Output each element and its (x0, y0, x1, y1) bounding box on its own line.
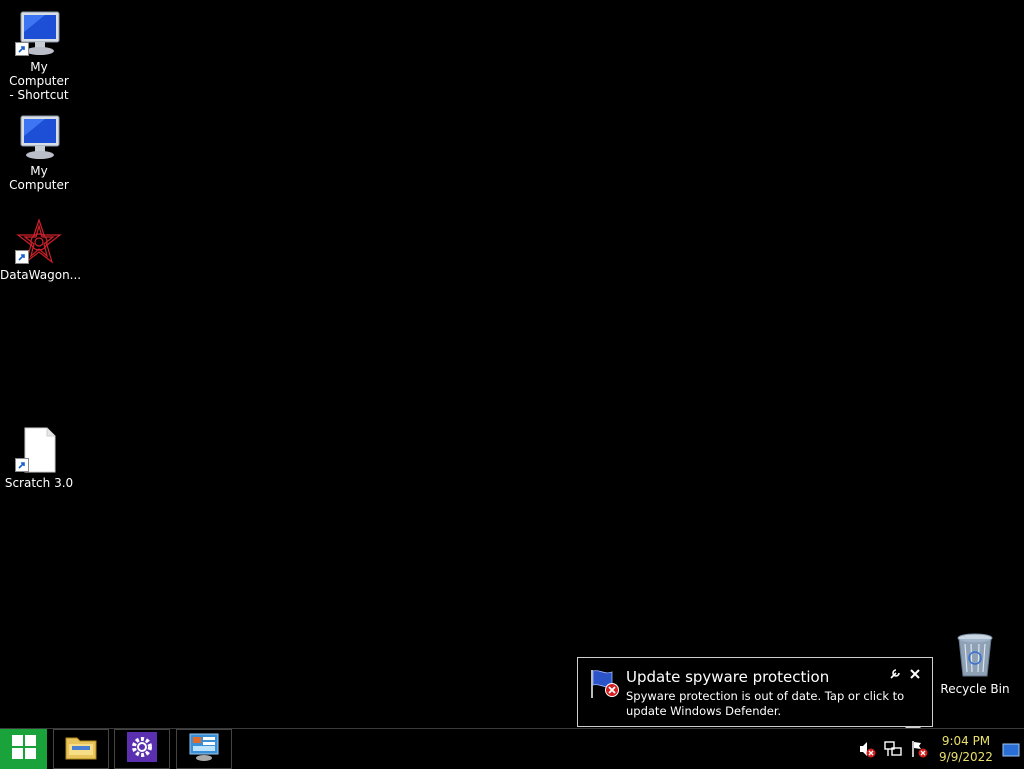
desktop-icon-label: My Computer - Shortcut (9, 60, 69, 102)
computer-icon (15, 114, 63, 162)
network-icon[interactable] (884, 740, 902, 758)
taskbar-settings-button[interactable] (114, 729, 170, 769)
windows-defender-flag-icon (588, 668, 622, 700)
clock-date: 9/9/2022 (939, 750, 993, 764)
shortcut-arrow-icon (15, 458, 29, 472)
control-panel-icon (188, 732, 220, 766)
taskbar: 9:04 PM 9/9/2022 (0, 728, 1024, 769)
system-tray: 9:04 PM 9/9/2022 (854, 729, 1024, 769)
shortcut-arrow-icon (15, 42, 29, 56)
clock-time: 9:04 PM (941, 734, 991, 748)
desktop-icon-label: My Computer (9, 164, 69, 192)
desktop-icon-label: Recycle Bin (940, 682, 1010, 696)
wrench-icon[interactable] (888, 667, 902, 681)
taskbar-control-panel-button[interactable] (176, 729, 232, 769)
desktop-icon-label: DataWagon... (0, 268, 82, 282)
speaker-muted-icon[interactable] (858, 740, 876, 758)
show-desktop-icon[interactable] (1002, 742, 1020, 757)
recycle-bin-icon (951, 632, 999, 680)
folder-icon (64, 732, 98, 766)
notification-title: Update spyware protection (626, 668, 830, 686)
action-center-flag-icon[interactable] (910, 740, 928, 758)
start-button[interactable] (0, 729, 47, 769)
desktop: My Computer - Shortcut My Computer DataW… (0, 0, 1024, 728)
notification-toast[interactable]: Update spyware protection Spyware protec… (577, 657, 933, 735)
taskbar-file-explorer-button[interactable] (53, 729, 109, 769)
close-icon[interactable] (908, 667, 922, 681)
windows-logo-icon (11, 734, 37, 764)
shortcut-arrow-icon (15, 250, 29, 264)
clock[interactable]: 9:04 PM 9/9/2022 (938, 733, 994, 765)
desktop-icon-label: Scratch 3.0 (4, 476, 74, 490)
notification-body[interactable]: Spyware protection is out of date. Tap o… (626, 689, 926, 719)
desktop-icon-my-computer[interactable]: My Computer (0, 114, 78, 192)
datawagon-logo-icon (15, 218, 63, 266)
desktop-icon-datawagon[interactable]: DataWagon... (0, 218, 82, 282)
desktop-icon-scratch[interactable]: Scratch 3.0 (0, 426, 78, 490)
desktop-icon-recycle-bin[interactable]: Recycle Bin (936, 632, 1014, 696)
desktop-icon-my-computer-shortcut[interactable]: My Computer - Shortcut (0, 10, 78, 102)
gear-icon (127, 732, 157, 766)
blank-file-icon (15, 426, 63, 474)
computer-icon (15, 10, 63, 58)
